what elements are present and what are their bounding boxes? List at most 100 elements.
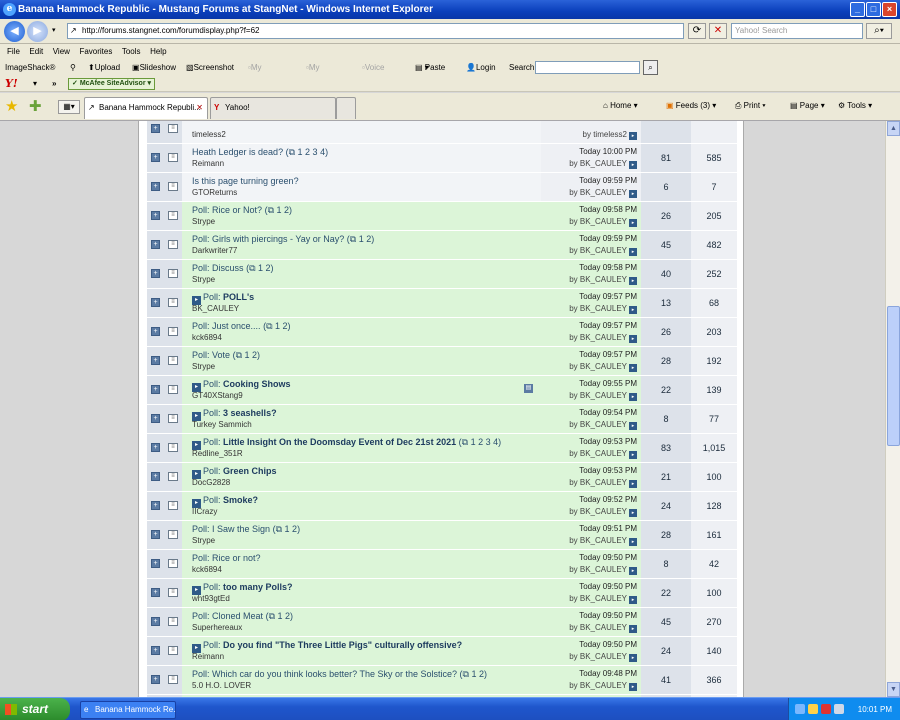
tools-menu-button[interactable]: ⚙ Tools ▾ — [838, 99, 872, 113]
thread-author[interactable]: DocG2828 — [192, 477, 230, 488]
goto-last-post-icon[interactable]: ▸ — [629, 596, 637, 604]
pin-icon[interactable]: ⚲ — [70, 60, 76, 76]
scroll-down-icon[interactable]: ▼ — [887, 682, 900, 697]
imageshack-search-go-icon[interactable]: ⌕ — [643, 60, 658, 75]
thread-row[interactable]: + ≡ ▸ Poll: Cooking Shows GT40XStang9 ▤ Today … — [147, 376, 737, 405]
thread-author[interactable]: Superhereaux — [192, 622, 242, 633]
thread-row[interactable]: + ≡ ▸ Poll: too many Polls? wht93gtEd Today 0… — [147, 579, 737, 608]
page-links[interactable]: (⧉ 1 2 3 4) — [459, 437, 501, 447]
thread-title-link[interactable]: Cloned Meat — [212, 611, 263, 621]
thread-row[interactable]: + ≡ Heath Ledger is dead? (⧉ 1 2 3 4) Reima… — [147, 144, 737, 173]
thread-author[interactable]: kck6894 — [192, 564, 222, 575]
vertical-scrollbar[interactable]: ▲ ▼ — [885, 121, 900, 697]
thread-author[interactable]: IICrazy — [192, 506, 217, 517]
page-links[interactable]: (⧉ 1 2) — [460, 669, 487, 679]
thread-row[interactable]: + ≡ ▸ Poll: Do you find "The Three Little P… — [147, 637, 737, 666]
thread-row[interactable]: + ≡ ▸ Poll: POLL's BK_CAULEY Today 09:57 PM by… — [147, 289, 737, 318]
imageshack-search-input[interactable] — [535, 61, 640, 74]
page-links[interactable]: (⧉ 1 2) — [273, 524, 300, 534]
voice-mail-button[interactable]: ▫ Voice Mail — [362, 60, 384, 88]
replies-count[interactable]: 24 — [641, 637, 691, 665]
paste-button[interactable]: ▤ Paste ▾ — [415, 60, 445, 76]
thread-title-link[interactable]: Vote — [212, 350, 230, 360]
replies-count[interactable]: 8 — [641, 405, 691, 433]
thread-title-link[interactable]: Just once.... — [212, 321, 261, 331]
maximize-button[interactable]: □ — [866, 2, 881, 17]
volume-icon[interactable] — [834, 704, 844, 714]
goto-last-post-icon[interactable]: ▸ — [629, 509, 637, 517]
page-links[interactable]: (⧉ 1 2) — [246, 263, 273, 273]
thread-author[interactable]: Strype — [192, 274, 215, 285]
replies-count[interactable]: 24 — [641, 492, 691, 520]
favorites-star-icon[interactable]: ★ — [5, 97, 18, 115]
thread-row[interactable]: + ≡ Poll: Girls with piercings - Yay or Na… — [147, 231, 737, 260]
my-images-button[interactable]: ▫ My Images — [248, 60, 277, 88]
replies-count[interactable]: 83 — [641, 434, 691, 462]
close-tab-icon[interactable]: ✕ — [196, 98, 203, 118]
thread-title-link[interactable]: I Saw the Sign — [212, 524, 270, 534]
replies-count[interactable]: 22 — [641, 579, 691, 607]
replies-count[interactable]: 28 — [641, 347, 691, 375]
replies-count[interactable]: 21 — [641, 463, 691, 491]
more-chevron-icon[interactable]: » — [52, 76, 56, 92]
replies-count[interactable]: 22 — [641, 376, 691, 404]
replies-count[interactable]: 40 — [641, 260, 691, 288]
yahoo-search-input[interactable]: Yahoo! Search — [731, 23, 863, 39]
goto-last-post-icon[interactable]: ▸ — [629, 190, 637, 198]
page-links[interactable]: (⧉ 1 2) — [233, 350, 260, 360]
replies-count[interactable]: 6 — [641, 173, 691, 201]
yahoo-dropdown-icon[interactable]: ▾ — [33, 76, 37, 92]
replies-count[interactable]: 26 — [641, 202, 691, 230]
thread-title-link[interactable]: Which car do you think looks better? The… — [212, 669, 457, 679]
login-button[interactable]: 👤 Login — [466, 60, 496, 76]
goto-last-post-icon[interactable]: ▸ — [629, 683, 637, 691]
goto-last-post-icon[interactable]: ▸ — [629, 538, 637, 546]
thread-author[interactable]: BK_CAULEY — [192, 303, 239, 314]
mcafee-tray-icon[interactable] — [821, 704, 831, 714]
goto-last-post-icon[interactable]: ▸ — [629, 567, 637, 575]
replies-count[interactable]: 28 — [641, 521, 691, 549]
thread-author[interactable]: wht93gtEd — [192, 593, 230, 604]
thread-row[interactable]: + ≡ Poll: Cloned Meat (⧉ 1 2) Superhereaux T… — [147, 608, 737, 637]
network-icon[interactable] — [795, 704, 805, 714]
thread-author[interactable]: Strype — [192, 535, 215, 546]
feeds-button[interactable]: ▣ Feeds (3) ▾ — [666, 99, 716, 113]
thread-row[interactable]: + ≡ Poll: Vote (⧉ 1 2) Strype Today 09:57 PM… — [147, 347, 737, 376]
goto-last-post-icon[interactable]: ▸ — [629, 132, 637, 140]
menu-file[interactable]: File — [7, 44, 20, 60]
thread-row[interactable]: + ≡ Poll: Rice or not? kck6894 Today 09:50 P… — [147, 550, 737, 579]
yahoo-logo[interactable]: Y! — [5, 76, 18, 92]
goto-last-post-icon[interactable]: ▸ — [629, 625, 637, 633]
thread-row[interactable]: + ≡ ▸ Poll: Green Chips DocG2828 Today 09:53 … — [147, 463, 737, 492]
back-button[interactable]: ◀ — [4, 21, 25, 42]
add-favorites-icon[interactable]: ✚ — [29, 97, 42, 115]
page-links[interactable]: (⧉ 1 2 3 4) — [286, 147, 328, 157]
thread-row[interactable]: + ≡ Poll: Just once.... (⧉ 1 2) kck6894 Toda… — [147, 318, 737, 347]
thread-title-link[interactable]: Cooking Shows — [223, 379, 291, 389]
scroll-up-icon[interactable]: ▲ — [887, 121, 900, 136]
thread-row[interactable]: + ≡ ▸ Poll: 3 seashells? Turkey Sammich Today… — [147, 405, 737, 434]
thread-author[interactable]: kck6894 — [192, 332, 222, 343]
goto-last-post-icon[interactable]: ▸ — [629, 422, 637, 430]
thread-title-link[interactable]: Green Chips — [223, 466, 277, 476]
thread-row[interactable]: + ≡ Poll: Rice or Not? (⧉ 1 2) Strype Today … — [147, 202, 737, 231]
thread-row[interactable]: + ≡ Is this page turning green? GTOReturns T… — [147, 173, 737, 202]
thread-author[interactable]: Strype — [192, 216, 215, 227]
thread-row[interactable]: + ≡ ▸ Poll: Little Insight On the Doomsday … — [147, 434, 737, 463]
thread-author[interactable]: Turkey Sammich — [192, 419, 252, 430]
thread-title-link[interactable]: Smoke? — [223, 495, 258, 505]
thread-author[interactable]: GTOReturns — [192, 187, 237, 198]
thread-title-link[interactable]: POLL's — [223, 292, 254, 302]
mcafee-siteadvisor-button[interactable]: ✓ McAfee SiteAdvisor ▾ — [68, 78, 156, 90]
upload-button[interactable]: ⬆ Upload — [88, 60, 120, 76]
stop-button[interactable]: ✕ — [709, 23, 727, 39]
goto-last-post-icon[interactable]: ▸ — [629, 219, 637, 227]
menu-edit[interactable]: Edit — [29, 44, 43, 60]
menu-help[interactable]: Help — [150, 44, 166, 60]
replies-count[interactable]: 45 — [641, 231, 691, 259]
thread-title-link[interactable]: Discuss — [212, 263, 244, 273]
thread-row[interactable]: + ≡ timeless2 by timeless2 ▸ — [147, 121, 737, 144]
new-tab-button[interactable] — [336, 97, 356, 119]
goto-last-post-icon[interactable]: ▸ — [629, 393, 637, 401]
thread-title-link[interactable]: Rice or Not? — [212, 205, 262, 215]
